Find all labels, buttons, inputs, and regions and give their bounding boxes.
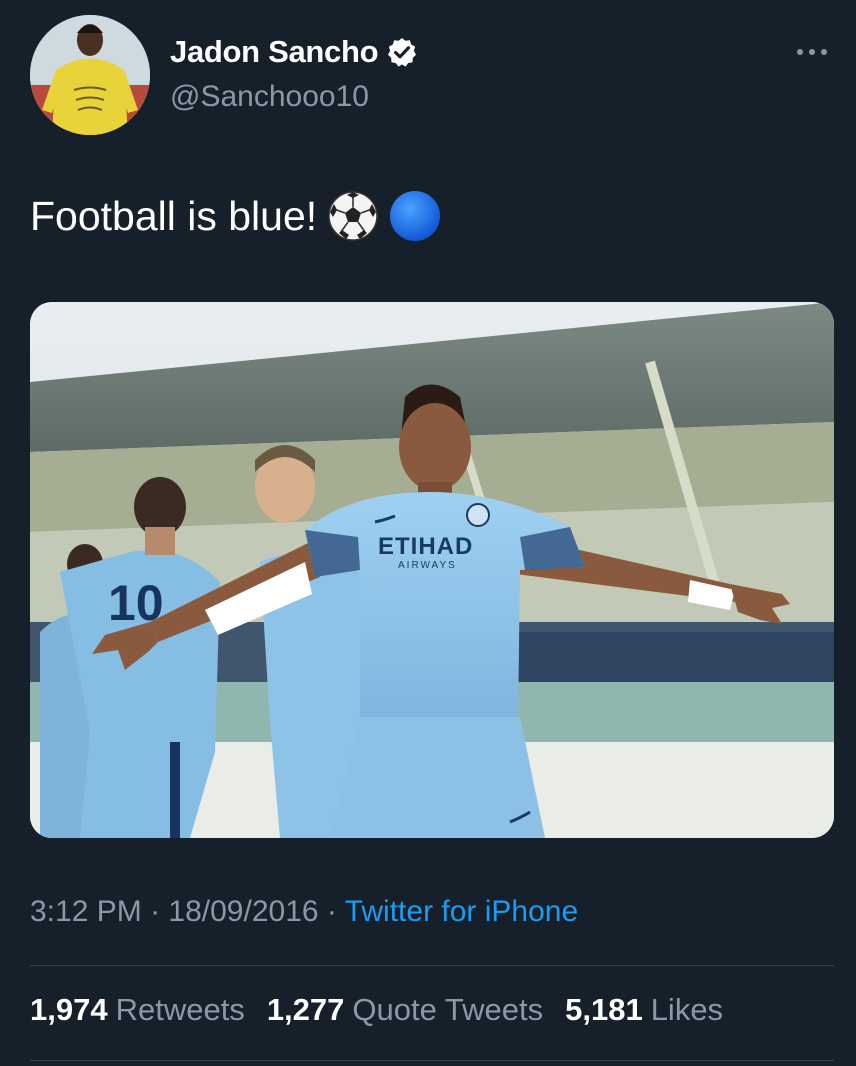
verified-badge-icon <box>388 38 417 67</box>
divider <box>30 965 834 966</box>
tweet-stats: 1,974 Retweets 1,277 Quote Tweets 5,181 Lik… <box>30 992 723 1028</box>
author-name-row[interactable]: Jadon Sancho <box>170 34 418 70</box>
tweet-text-content: Football is blue! <box>30 192 318 239</box>
avatar[interactable] <box>30 15 150 135</box>
tweet-source-link[interactable]: Twitter for iPhone <box>345 895 578 928</box>
likes-count: 5,181 <box>565 992 643 1027</box>
tweet-media-image[interactable]: 10 ETIHAD AIRWAYS <box>30 302 834 838</box>
more-options-icon[interactable] <box>792 40 832 64</box>
tweet-detail: Jadon Sancho @Sanchooo10 Football is blu… <box>0 0 856 1066</box>
soccer-ball-icon <box>328 191 378 241</box>
tweet-time[interactable]: 3:12 PM <box>30 895 142 928</box>
tweet-meta: 3:12 PM · 18/09/2016 · Twitter for iPhon… <box>30 895 578 929</box>
quote-tweets-stat[interactable]: 1,277 Quote Tweets <box>267 992 543 1028</box>
display-name[interactable]: Jadon Sancho <box>170 34 379 70</box>
likes-label: Likes <box>650 992 724 1027</box>
tweet-date[interactable]: 18/09/2016 <box>168 895 318 928</box>
meta-separator: · <box>326 895 337 928</box>
quote-tweets-label: Quote Tweets <box>352 992 544 1027</box>
blue-circle-icon <box>390 191 441 241</box>
retweets-label: Retweets <box>115 992 245 1027</box>
meta-separator: · <box>150 895 161 928</box>
tweet-text: Football is blue! <box>30 190 441 242</box>
divider <box>30 1060 834 1061</box>
user-handle[interactable]: @Sanchooo10 <box>170 80 369 114</box>
shirt-sponsor-sub: AIRWAYS <box>398 560 457 571</box>
shirt-sponsor: ETIHAD <box>378 533 473 560</box>
retweets-count: 1,974 <box>30 992 108 1027</box>
quote-tweets-count: 1,277 <box>266 992 345 1027</box>
likes-stat[interactable]: 5,181 Likes <box>565 992 723 1028</box>
photo-celebration: 10 ETIHAD AIRWAYS <box>30 302 834 838</box>
avatar-image <box>30 15 150 135</box>
retweets-stat[interactable]: 1,974 Retweets <box>30 992 245 1028</box>
